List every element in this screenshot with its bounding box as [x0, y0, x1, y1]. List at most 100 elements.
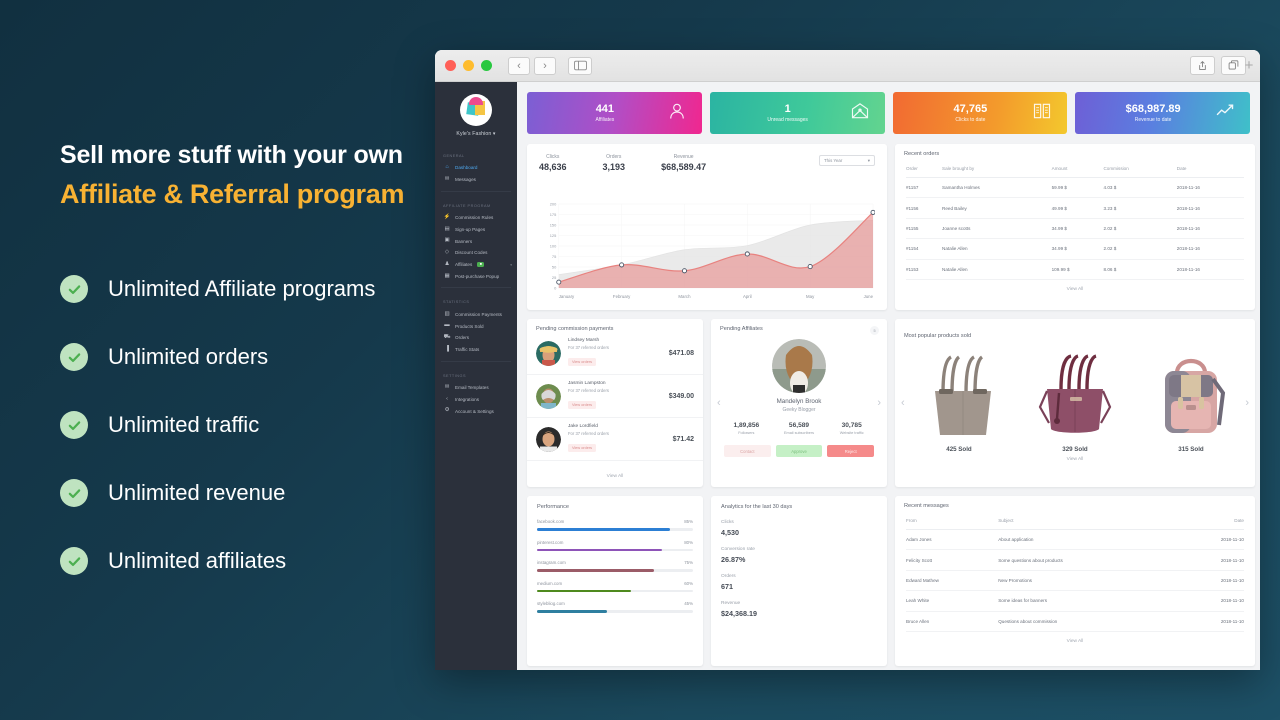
revenue-chart-card: Clicks 48,636 Orders 3,193 Revenue $68,589.47… [527, 144, 887, 310]
payment-details: Jake Lordfield For 37 referred orders View… [568, 424, 673, 454]
table-row[interactable]: Bruce Allen Questions about commission 201… [906, 611, 1244, 632]
avatar [536, 340, 561, 366]
brand-name[interactable]: Kyle's Fashion ▾ [435, 131, 517, 137]
table-row[interactable]: #1153 Natalie Allen 109.99 $8.06 $2018-11-… [906, 259, 1244, 280]
performance-percent: 75% [684, 560, 693, 566]
product-item[interactable]: 425 Sold [917, 345, 1001, 453]
table-row[interactable]: #1154 Natalie Allen 34.99 $2.02 $2018-11-1… [906, 238, 1244, 260]
affiliate-next-button[interactable]: › [877, 397, 881, 409]
recent-messages-view-all[interactable]: View All [895, 632, 1255, 652]
product-item[interactable]: 315 Sold [1149, 345, 1233, 453]
table-row[interactable]: Felicity Scott Some questions about produ… [906, 549, 1244, 571]
table-row[interactable]: #1156 Reed Bailey 49.99 $3.23 $2018-11-16 [906, 197, 1244, 219]
analytics-label: Orders [721, 574, 736, 579]
sidebar-item-post-purchase-popup[interactable]: ▦ Post-purchase Popup [435, 271, 517, 283]
image-icon: ▣ [444, 237, 450, 244]
chevron-down-icon[interactable]: ▾ [510, 263, 512, 267]
sidebar-item-products-sold[interactable]: ▬ Products Sold [435, 320, 517, 332]
performance-track [537, 528, 693, 531]
table-cell: 2018-11-16 [1176, 218, 1244, 240]
close-window-button[interactable] [445, 60, 456, 71]
analytics-row: Revenue $24,368.19 [721, 601, 877, 618]
product-item[interactable]: 329 Sold [1033, 345, 1117, 453]
sidebar-item-sign-up-pages[interactable]: ▤ Sign-up Pages [435, 223, 517, 235]
pending-payment-item[interactable]: Jasmin Lampston For 37 referred orders Vie… [527, 375, 703, 418]
sidebar-item-orders[interactable]: ⛟ Orders [435, 332, 517, 344]
table-cell: 2018-11-10 [1179, 590, 1244, 612]
recent-orders-view-all[interactable]: View All [895, 280, 1255, 300]
pending-payment-item[interactable]: Jake Lordfield For 37 referred orders View… [527, 418, 703, 461]
column-header: Amount [1051, 157, 1104, 178]
stat-card-unread-messages[interactable]: 1 Unread messages [709, 92, 885, 134]
table-row[interactable]: #1155 Joanne scotts 34.99 $2.02 $2018-11-1… [906, 218, 1244, 240]
table-cell: Edward Mathew [906, 570, 999, 592]
performance-percent: 80% [684, 539, 693, 545]
dashboard-row-1: Clicks 48,636 Orders 3,193 Revenue $68,589.47… [527, 144, 1255, 310]
new-tab-button[interactable]: + [1238, 55, 1260, 77]
approve-button[interactable]: Approve [775, 445, 823, 457]
nav-group-label: STATISTICS [443, 300, 470, 305]
forward-button[interactable]: › [534, 56, 556, 75]
sidebar-item-banners[interactable]: ▣ Banners [435, 235, 517, 247]
table-cell: #1153 [906, 259, 943, 280]
sidebar-item-email-templates[interactable]: ✉ Email Templates [435, 382, 517, 394]
feature-item: Unlimited affiliates [60, 536, 440, 586]
performance-percent: 45% [684, 601, 693, 607]
feature-item: Unlimited traffic [60, 400, 440, 450]
view-orders-button[interactable]: View orders [568, 444, 596, 452]
chart-range-select[interactable]: This Year ▾ [819, 155, 875, 166]
table-row[interactable]: Edward Mathew New Promotions 2018-11-10 [906, 570, 1244, 592]
feature-list: Unlimited Affiliate programs Unlimited or… [60, 264, 440, 586]
home-icon: ⌂ [445, 164, 449, 171]
sidebar-item-account-settings[interactable]: ⚙ Account & Settings [435, 405, 517, 417]
table-row[interactable]: #1157 Samantha Holmes 59.99 $4.03 $2018-11… [906, 177, 1244, 199]
table-row[interactable]: Leah White Some ideas for banners 2018-11-… [906, 590, 1244, 612]
navigation-buttons[interactable]: ‹ › [508, 56, 556, 75]
affiliate-action-buttons[interactable]: Contact Approve Reject [720, 445, 878, 457]
back-button[interactable]: ‹ [508, 56, 530, 75]
recent-orders-card: Recent orders Order Sale brought by Amount… [895, 144, 1255, 310]
products-next-button[interactable]: › [1245, 397, 1249, 409]
stat-card-revenue-to-date[interactable]: $68,987.89 Revenue to date [1075, 92, 1250, 134]
table-cell: 8.06 $ [1103, 259, 1177, 280]
table-cell: #1157 [906, 177, 943, 199]
view-orders-button[interactable]: View orders [568, 358, 596, 366]
chart-kpi-value: 48,636 [539, 162, 567, 172]
sidebar-item-affiliates[interactable]: ♟ Affiliates ■ ▾ [435, 259, 517, 271]
maximize-window-button[interactable] [481, 60, 492, 71]
titlebar-right-actions[interactable]: + [1190, 56, 1253, 75]
feature-item: Unlimited orders [60, 332, 440, 382]
check-circle-icon [60, 275, 88, 304]
contact-button[interactable]: Contact [724, 445, 771, 457]
sidebar-item-traffic-stats[interactable]: ▐ Traffic Stats [435, 344, 517, 356]
analytics-card: Analytics for the last 30 days Clicks 4,5… [711, 496, 887, 666]
products-prev-button[interactable]: ‹ [901, 397, 905, 409]
payment-subtitle: For 37 referred orders [568, 388, 609, 393]
sidebar-item-dashboard[interactable]: ⌂ Dashboard [435, 162, 517, 174]
view-orders-button[interactable]: View orders [568, 401, 596, 409]
table-cell: 2018-11-10 [1179, 570, 1244, 592]
sidebar-item-messages[interactable]: ✉ Messages [435, 174, 517, 186]
affiliate-prev-button[interactable]: ‹ [717, 397, 721, 409]
brand-block[interactable]: Kyle's Fashion ▾ [435, 90, 517, 147]
sidebar-item-commission-payments[interactable]: ▥ Commission Payments [435, 308, 517, 320]
table-row[interactable]: Adam Jones About application 2018-11-10 [906, 529, 1244, 551]
sidebar-item-discount-codes[interactable]: ◇ Discount Codes [435, 247, 517, 259]
minimize-window-button[interactable] [463, 60, 474, 71]
sidebar-item-integrations[interactable]: ‹ Integrations [435, 393, 517, 405]
performance-head: instagram.com 75% [537, 560, 693, 565]
recent-messages-title: Recent messages [904, 503, 949, 509]
sidebar-item-label: Orders [455, 335, 470, 341]
window-controls[interactable] [445, 60, 492, 71]
popular-products-view-all[interactable]: View All [895, 453, 1255, 470]
sidebar-item-commission-rules[interactable]: ⚡ Commission Rules [435, 212, 517, 224]
sidebar-toggle-button[interactable] [568, 56, 592, 75]
stat-card-clicks-to-date[interactable]: 47,765 Clicks to date [892, 92, 1068, 134]
stat-card-affiliates[interactable]: 441 Affiliates [527, 92, 702, 134]
dashboard-main: 441 Affiliates 1 Unread messages 47,765 Click… [517, 82, 1260, 670]
share-button[interactable] [1190, 56, 1215, 75]
pending-payments-view-all[interactable]: View All [527, 467, 703, 487]
reject-button[interactable]: Reject [827, 445, 875, 457]
sidebar-item-label: Messages [455, 177, 476, 183]
pending-payment-item[interactable]: Lindsey Marsh For 37 referred orders View … [527, 332, 703, 375]
